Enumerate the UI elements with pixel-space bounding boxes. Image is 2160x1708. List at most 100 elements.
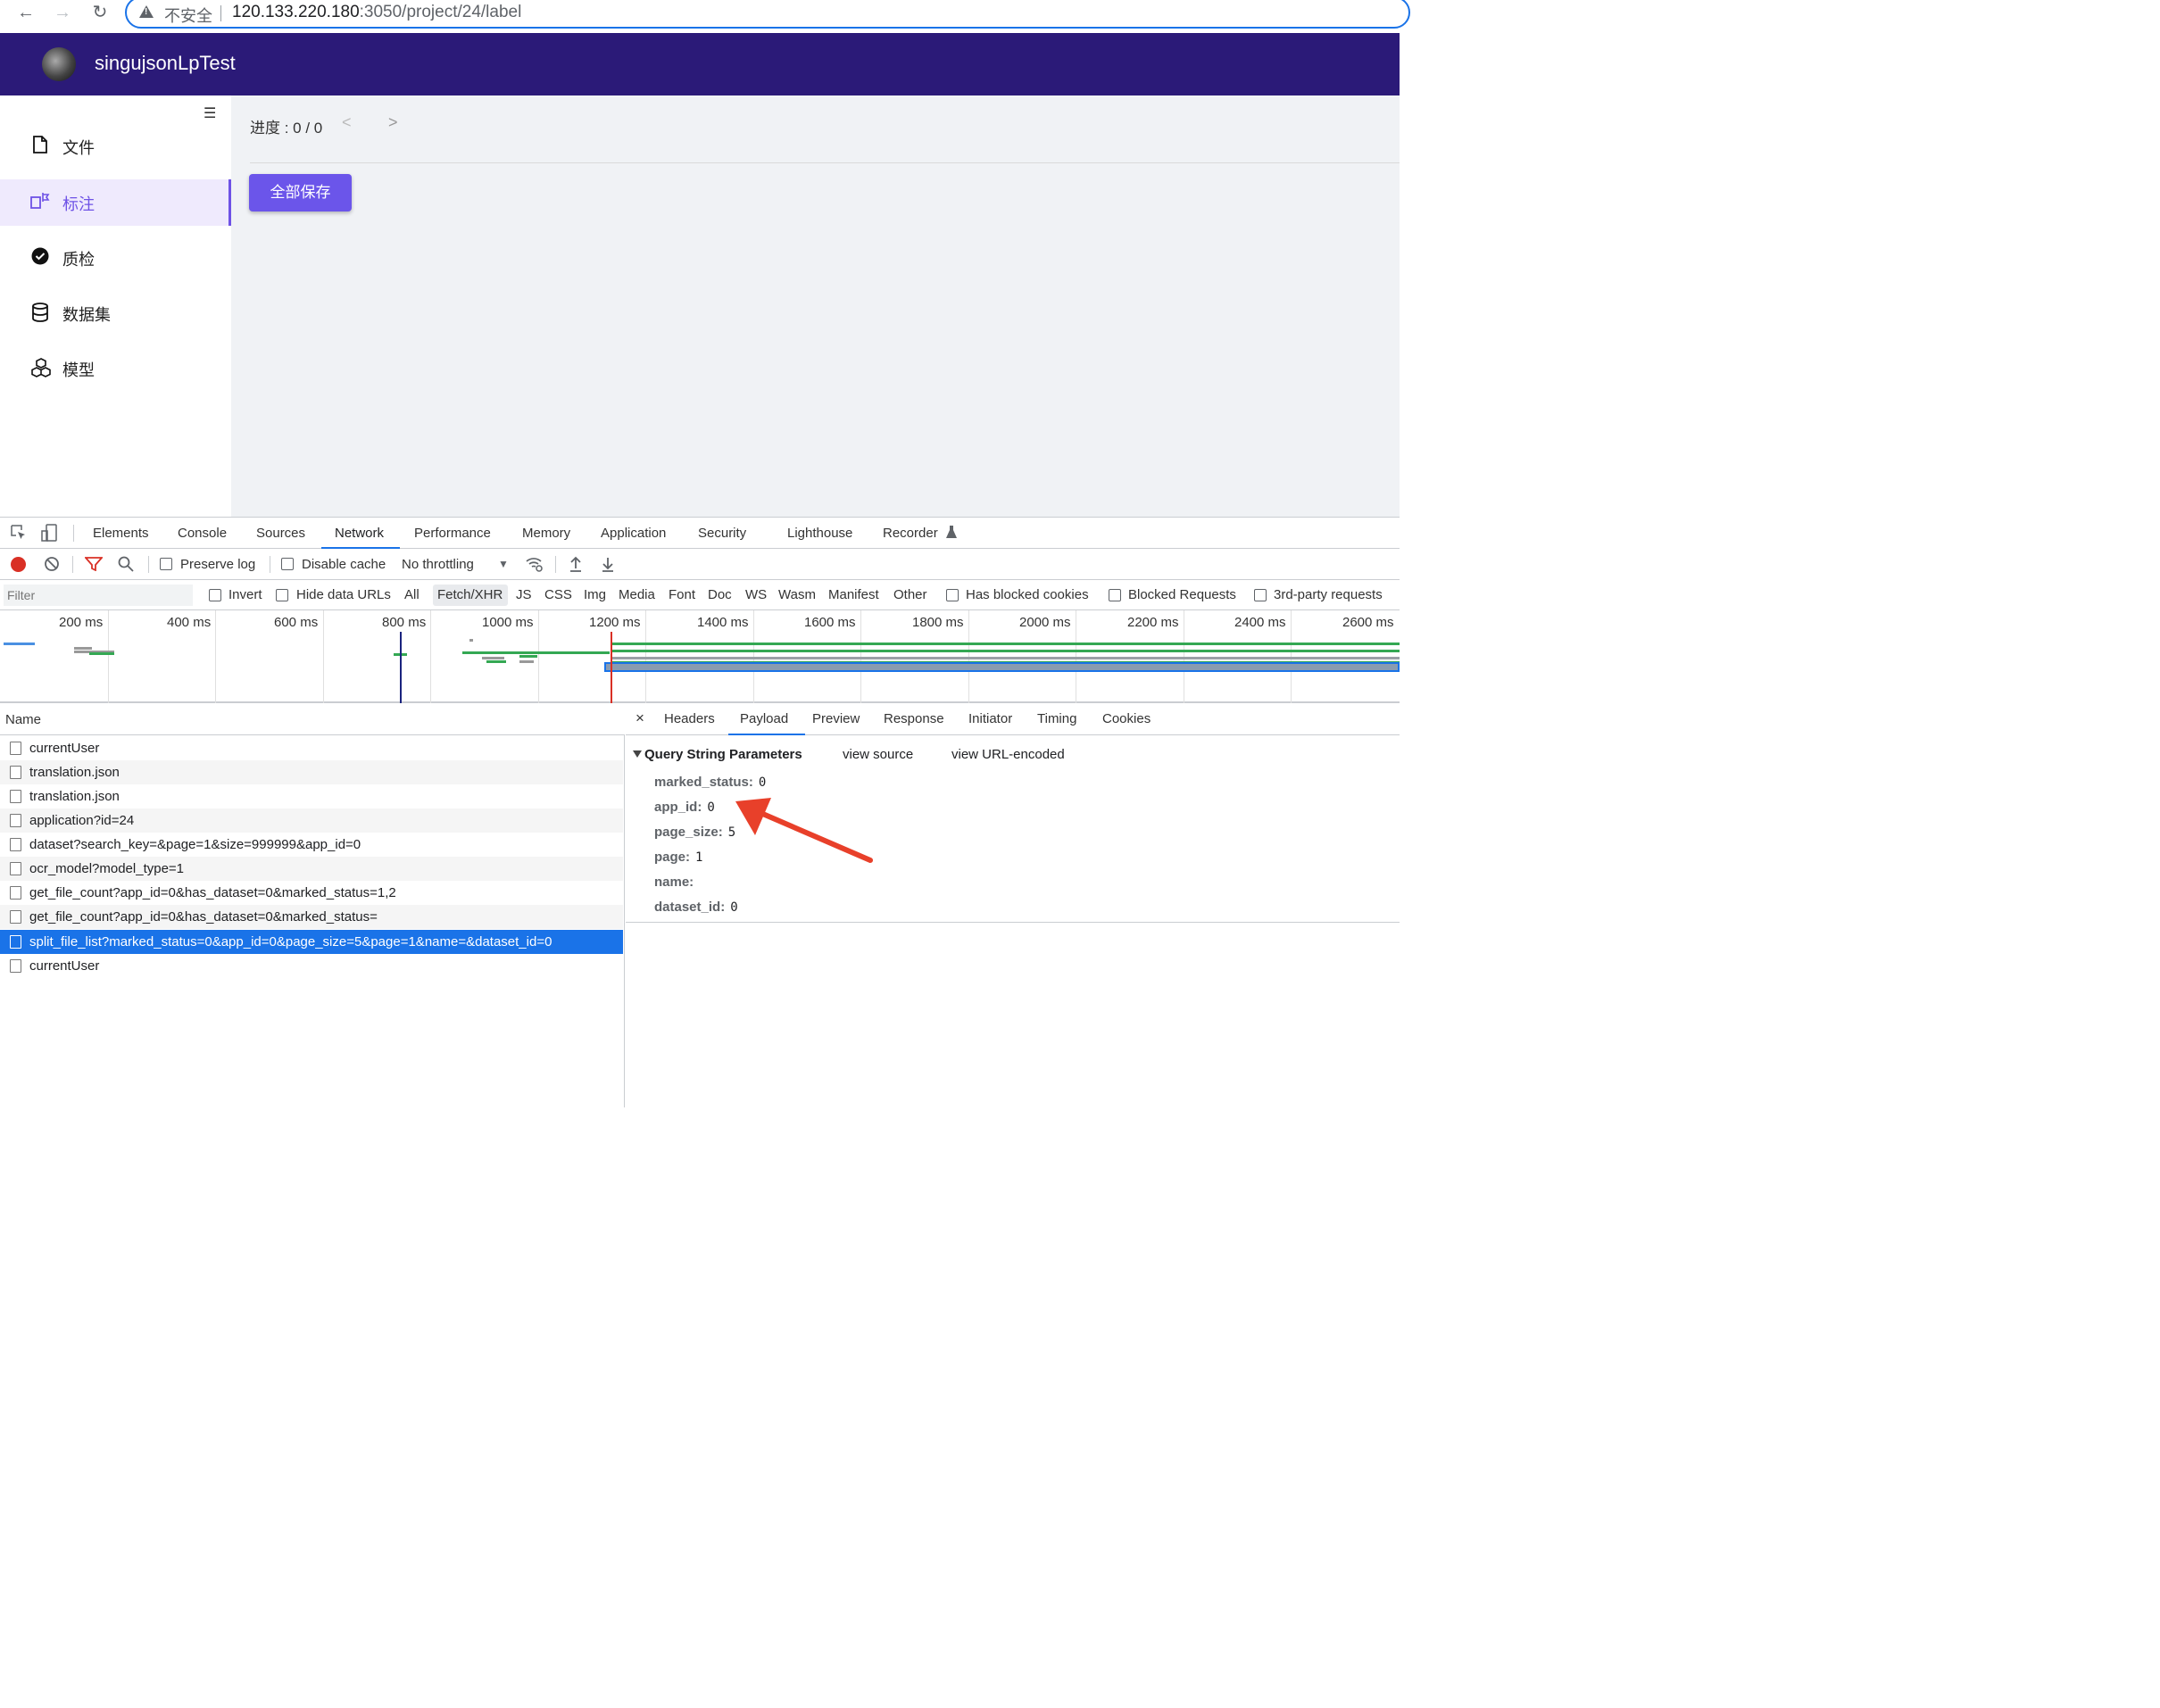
request-name: translation.json (29, 789, 120, 804)
disable-cache-label[interactable]: Disable cache (302, 557, 386, 572)
record-icon[interactable] (11, 557, 26, 572)
table-row[interactable]: ocr_model?model_type=1 (0, 857, 623, 881)
name-column-header[interactable]: Name (0, 705, 625, 735)
tab-headers[interactable]: Headers (664, 711, 715, 726)
back-arrow-icon[interactable]: ← (14, 2, 37, 25)
tab-security[interactable]: Security (698, 526, 746, 541)
inspect-element-icon[interactable] (11, 525, 27, 545)
param-value: 0 (707, 800, 715, 815)
filter-type-css[interactable]: CSS (544, 587, 572, 602)
tab-performance[interactable]: Performance (414, 526, 491, 541)
param-key: name: (654, 875, 694, 890)
reload-icon[interactable]: ↻ (88, 2, 112, 25)
filter-type-img[interactable]: Img (584, 587, 606, 602)
filter-type-other[interactable]: Other (893, 587, 927, 602)
invert-label[interactable]: Invert (228, 587, 262, 602)
app-title[interactable]: singujsonLpTest (95, 52, 236, 75)
close-icon[interactable]: × (636, 709, 644, 727)
table-row[interactable]: get_file_count?app_id=0&has_dataset=0&ma… (0, 905, 623, 929)
app-logo[interactable] (42, 47, 76, 81)
tab-lighthouse[interactable]: Lighthouse (787, 526, 852, 541)
filter-input[interactable] (4, 585, 193, 606)
invert-checkbox[interactable] (209, 589, 221, 601)
third-party-label[interactable]: 3rd-party requests (1274, 587, 1383, 602)
network-conditions-icon[interactable] (525, 555, 544, 577)
blocked-requests-checkbox[interactable] (1109, 589, 1121, 601)
request-name: currentUser (29, 958, 100, 974)
export-har-icon[interactable] (601, 556, 615, 576)
hide-data-urls-checkbox[interactable] (276, 589, 288, 601)
chevron-down-icon[interactable]: ▼ (498, 558, 509, 570)
filter-type-doc[interactable]: Doc (708, 587, 732, 602)
device-toggle-icon[interactable] (41, 524, 59, 546)
address-bar[interactable]: 不安全 120.133.220.180:3050/project/24/labe… (125, 0, 1410, 29)
param-row: marked_status: 0 (654, 775, 766, 790)
prev-page-button[interactable]: < (342, 113, 352, 132)
has-blocked-cookies-checkbox[interactable] (946, 589, 959, 601)
sidebar-item-dataset[interactable]: 数据集 (0, 290, 231, 336)
toolbar-divider (73, 525, 74, 542)
tab-network[interactable]: Network (335, 526, 384, 541)
tab-memory[interactable]: Memory (522, 526, 570, 541)
table-row-selected[interactable]: split_file_list?marked_status=0&app_id=0… (0, 930, 623, 954)
tab-initiator[interactable]: Initiator (968, 711, 1012, 726)
filter-type-manifest[interactable]: Manifest (828, 587, 879, 602)
preserve-log-label[interactable]: Preserve log (180, 557, 255, 572)
view-source-link[interactable]: view source (843, 747, 913, 762)
tab-response[interactable]: Response (884, 711, 944, 726)
filter-type-ws[interactable]: WS (745, 587, 767, 602)
sidebar-item-label-task[interactable]: 标注 (0, 179, 231, 226)
table-row[interactable]: translation.json (0, 784, 623, 808)
annotation-arrow-icon (735, 798, 873, 863)
preserve-log-checkbox[interactable] (160, 558, 172, 570)
table-row[interactable]: currentUser (0, 736, 623, 760)
filter-type-js[interactable]: JS (516, 587, 532, 602)
tab-elements[interactable]: Elements (93, 526, 149, 541)
filter-type-media[interactable]: Media (619, 587, 655, 602)
table-row[interactable]: get_file_count?app_id=0&has_dataset=0&ma… (0, 881, 623, 905)
param-row: page_size: 5 (654, 825, 735, 840)
param-row: page: 1 (654, 850, 702, 865)
table-row[interactable]: dataset?search_key=&page=1&size=999999&a… (0, 833, 623, 857)
overview-tick: 2600 ms (1342, 615, 1394, 630)
filter-icon[interactable] (84, 557, 104, 576)
sidebar-item-file[interactable]: 文件 (0, 123, 231, 170)
tab-application[interactable]: Application (601, 526, 666, 541)
forward-arrow-icon[interactable]: → (51, 2, 74, 25)
throttling-select[interactable]: No throttling (402, 557, 474, 572)
disable-cache-checkbox[interactable] (281, 558, 294, 570)
sidebar-item-model[interactable]: 模型 (0, 345, 231, 392)
tab-payload[interactable]: Payload (740, 711, 788, 726)
filter-type-fetch-xhr[interactable]: Fetch/XHR (437, 587, 503, 602)
filter-type-all[interactable]: All (404, 587, 420, 602)
blocked-requests-label[interactable]: Blocked Requests (1128, 587, 1236, 602)
search-icon[interactable] (118, 556, 134, 576)
save-all-button[interactable]: 全部保存 (249, 174, 352, 211)
import-har-icon[interactable] (569, 556, 583, 576)
next-page-button[interactable]: > (388, 113, 398, 132)
filter-type-font[interactable]: Font (669, 587, 695, 602)
network-overview[interactable]: 200 ms 400 ms 600 ms 800 ms 1000 ms 1200… (0, 610, 1400, 703)
third-party-checkbox[interactable] (1254, 589, 1267, 601)
tab-timing[interactable]: Timing (1037, 711, 1076, 726)
tab-preview[interactable]: Preview (812, 711, 860, 726)
menu-collapse-icon[interactable]: ☰ (204, 107, 220, 121)
warning-icon[interactable] (139, 5, 154, 18)
sidebar-item-quality[interactable]: 质检 (0, 235, 231, 281)
tab-cookies[interactable]: Cookies (1102, 711, 1151, 726)
table-row[interactable]: currentUser (0, 954, 623, 978)
security-label[interactable]: 不安全 (164, 4, 212, 27)
tab-sources[interactable]: Sources (256, 526, 305, 541)
tab-console[interactable]: Console (178, 526, 227, 541)
view-url-encoded-link[interactable]: view URL-encoded (951, 747, 1065, 762)
clear-icon[interactable] (44, 556, 60, 576)
tab-recorder[interactable]: Recorder (883, 526, 938, 541)
has-blocked-cookies-label[interactable]: Has blocked cookies (966, 587, 1089, 602)
expand-triangle-icon[interactable] (633, 750, 642, 758)
table-row[interactable]: translation.json (0, 760, 623, 784)
section-title[interactable]: Query String Parameters (644, 747, 802, 762)
hide-data-urls-label[interactable]: Hide data URLs (296, 587, 391, 602)
filter-type-wasm[interactable]: Wasm (778, 587, 816, 602)
table-row[interactable]: application?id=24 (0, 808, 623, 833)
url-text[interactable]: 120.133.220.180:3050/project/24/label (232, 3, 521, 22)
